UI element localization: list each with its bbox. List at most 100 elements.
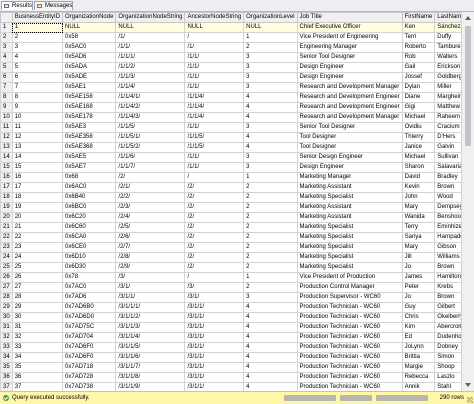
table-cell[interactable]: 1	[243, 272, 298, 283]
table-cell[interactable]: 1	[11, 22, 64, 33]
table-cell[interactable]: Dylan	[401, 82, 436, 93]
table-cell[interactable]: 2	[243, 182, 298, 193]
table-cell[interactable]: /3/1/1/	[184, 302, 245, 313]
table-cell[interactable]: /3/1/1/	[184, 312, 245, 323]
table-cell[interactable]: /3/1/1/4/	[115, 332, 186, 343]
table-cell[interactable]: /2/	[184, 262, 245, 273]
table-cell[interactable]: 2	[243, 242, 298, 253]
table-row[interactable]: 20 20 0x6C20/2/4//2/2 Marketing Assistant Wa…	[0, 212, 461, 223]
table-cell[interactable]: Tool Designer	[296, 142, 403, 153]
table-cell[interactable]: /1/1/	[184, 162, 245, 173]
table-cell[interactable]: 17	[11, 182, 64, 193]
table-cell[interactable]: Ken	[401, 22, 436, 33]
table-cell[interactable]: Marketing Specialist	[296, 242, 403, 253]
table-cell[interactable]: 0x6D30	[62, 262, 117, 273]
table-cell[interactable]: Production Technician - WC60	[296, 322, 403, 333]
table-cell[interactable]: 4	[243, 142, 298, 153]
table-cell[interactable]: /1/1/4/3/	[115, 112, 186, 123]
table-cell[interactable]: Brown	[434, 262, 461, 273]
table-cell[interactable]: /2/2/	[115, 192, 186, 203]
table-cell[interactable]: Okelberry	[434, 312, 461, 323]
table-cell[interactable]: 4	[243, 92, 298, 103]
table-cell[interactable]: Annik	[401, 382, 436, 391]
column-header[interactable]: FirstName	[401, 12, 436, 23]
table-cell[interactable]: /2/1/	[115, 182, 186, 193]
table-cell[interactable]: /1/1/4/2/	[115, 102, 186, 113]
table-cell[interactable]: 30	[11, 312, 64, 323]
scrollbar-thumb[interactable]	[465, 26, 471, 146]
table-row[interactable]: 36 36 0x7AD728/3/1/1/8//3/1/1/4 Production …	[0, 372, 461, 383]
table-cell[interactable]: 4	[243, 112, 298, 123]
table-cell[interactable]: Matthew	[434, 102, 461, 113]
table-cell[interactable]: Design Engineer	[296, 72, 403, 83]
table-row[interactable]: 16 16 0x68/2//1 Marketing Manager David Bradl…	[0, 172, 461, 183]
table-cell[interactable]: 2	[243, 252, 298, 263]
table-cell[interactable]: 0x6B40	[62, 192, 117, 203]
table-cell[interactable]: /1/1/4/	[184, 102, 245, 113]
table-cell[interactable]: Marketing Specialist	[296, 192, 403, 203]
table-cell[interactable]: 2	[243, 232, 298, 243]
table-cell[interactable]: /3/1/1/	[184, 382, 245, 391]
table-cell[interactable]: /3/1/1/3/	[115, 322, 186, 333]
table-cell[interactable]: 0x7AD6	[62, 292, 117, 303]
row-number[interactable]: 19	[0, 202, 13, 213]
table-cell[interactable]: 25	[11, 262, 64, 273]
table-cell[interactable]: 2	[243, 202, 298, 213]
table-cell[interactable]: /3/1/1/	[184, 332, 245, 343]
table-cell[interactable]: Research and Development Manager	[296, 82, 403, 93]
table-row[interactable]: 26 26 0x78/3//1 Vice President of Productio…	[0, 272, 461, 283]
table-row[interactable]: 23 23 0x6CE0/2/7//2/2 Marketing Specialist M…	[0, 242, 461, 253]
table-cell[interactable]: David	[401, 172, 436, 183]
row-number[interactable]: 33	[0, 342, 13, 353]
table-cell[interactable]: 4	[11, 52, 64, 63]
tab-messages[interactable]: Messages	[34, 1, 73, 10]
table-cell[interactable]: /2/	[184, 232, 245, 243]
resize-grip-icon[interactable]	[467, 397, 473, 403]
table-cell[interactable]: 0x5AE178	[62, 112, 117, 123]
table-cell[interactable]: Goldberg	[434, 72, 461, 83]
table-cell[interactable]: /1/1/4/	[184, 112, 245, 123]
table-cell[interactable]: Marketing Assistant	[296, 182, 403, 193]
table-cell[interactable]: /2/6/	[115, 232, 186, 243]
table-row[interactable]: 21 21 0x6C60/2/5//2/2 Marketing Specialist T…	[0, 222, 461, 233]
table-row[interactable]: 30 30 0x7AD6D0/3/1/1/2//3/1/1/4 Production …	[0, 312, 461, 323]
table-cell[interactable]: /3/1/1/	[184, 362, 245, 373]
table-cell[interactable]: JoLynn	[401, 342, 436, 353]
table-cell[interactable]: 3	[243, 62, 298, 73]
table-cell[interactable]: /3/1/1/	[115, 292, 186, 303]
table-cell[interactable]: 3	[243, 292, 298, 303]
table-cell[interactable]: 4	[243, 362, 298, 373]
table-cell[interactable]: Sullivan	[434, 152, 461, 163]
table-cell[interactable]: Peter	[401, 282, 436, 293]
table-cell[interactable]: /1/1/	[184, 152, 245, 163]
table-cell[interactable]: /1/1/4/	[115, 82, 186, 93]
row-number[interactable]: 24	[0, 252, 13, 263]
table-cell[interactable]: D'Hers	[434, 132, 461, 143]
table-cell[interactable]: 2	[11, 32, 64, 43]
table-cell[interactable]: /2/	[184, 212, 245, 223]
table-cell[interactable]: 1	[243, 172, 298, 183]
table-cell[interactable]: 15	[11, 162, 64, 173]
table-cell[interactable]: 0x78	[62, 272, 117, 283]
table-row[interactable]: 27 27 0x7AC0/3/1//3/2 Production Control Ma…	[0, 282, 461, 293]
table-cell[interactable]: 0x7AD75C	[62, 322, 117, 333]
table-cell[interactable]: /1/1/	[184, 72, 245, 83]
table-cell[interactable]: NULL	[243, 22, 298, 33]
table-cell[interactable]: 12	[11, 132, 64, 143]
table-cell[interactable]: Jo	[401, 292, 436, 303]
row-number[interactable]: 16	[0, 172, 13, 183]
row-number[interactable]: 4	[0, 52, 13, 63]
table-cell[interactable]: Gibson	[434, 242, 461, 253]
table-cell[interactable]: /3/	[184, 282, 245, 293]
table-cell[interactable]: 9	[11, 102, 64, 113]
table-cell[interactable]: 0x5AC0	[62, 42, 117, 53]
row-number[interactable]: 20	[0, 212, 13, 223]
table-cell[interactable]: /2/8/	[115, 252, 186, 263]
table-cell[interactable]: 2	[243, 262, 298, 273]
row-number[interactable]: 21	[0, 222, 13, 233]
table-cell[interactable]: Production Technician - WC60	[296, 352, 403, 363]
table-cell[interactable]: 0x7AD6D0	[62, 312, 117, 323]
table-cell[interactable]: Senior Tool Designer	[296, 52, 403, 63]
table-cell[interactable]: Rob	[401, 52, 436, 63]
table-row[interactable]: 7 7 0x5AE1/1/1/4//1/1/3 Research and Develo…	[0, 82, 461, 93]
